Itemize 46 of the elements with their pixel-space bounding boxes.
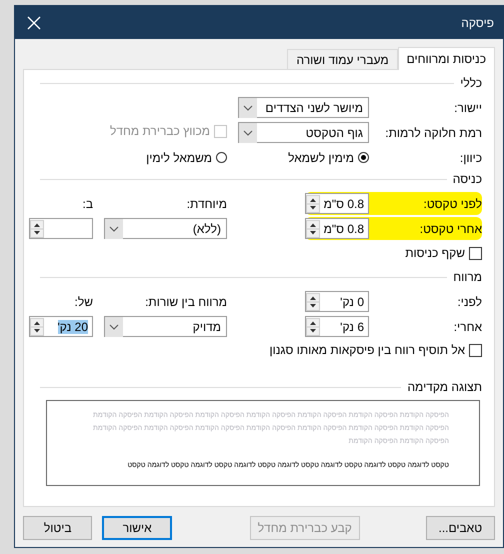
spin-arrows-icon[interactable] bbox=[30, 220, 44, 238]
dialog-button[interactable]: ביטול bbox=[23, 516, 92, 540]
checkbox[interactable]: אל תוסיף רווח בין פיסקאות מאותו סגנון bbox=[270, 343, 482, 358]
field-label: של: bbox=[74, 294, 93, 308]
field-label: אחרי טקסט: bbox=[420, 222, 482, 236]
field-label: כיוון: bbox=[460, 150, 482, 164]
spin-field[interactable]: 20 נק' bbox=[29, 316, 93, 337]
checkbox[interactable]: שקף כניסות bbox=[405, 246, 482, 260]
window-title: פיסקה bbox=[461, 16, 494, 30]
dropdown-field[interactable]: מיושר לשני הצדדים bbox=[238, 97, 369, 118]
field-label: אחרי: bbox=[454, 320, 482, 334]
spin-arrows-icon[interactable] bbox=[306, 194, 320, 212]
field-label: ב: bbox=[82, 196, 93, 210]
spin-field[interactable]: 0 נק' bbox=[305, 291, 369, 312]
spin-field[interactable]: 0.8 ס"מ bbox=[305, 193, 369, 214]
dropdown-field[interactable]: מדויק bbox=[104, 316, 227, 337]
dropdown-field[interactable]: (ללא) bbox=[104, 218, 227, 239]
field-label: מרווח בין שורות: bbox=[145, 294, 227, 308]
field-label: רמת חלוקה לרמות: bbox=[385, 126, 482, 140]
dialog-button[interactable]: טאבים... bbox=[426, 516, 495, 540]
dropdown-caret-icon[interactable] bbox=[239, 98, 257, 118]
dropdown-field[interactable]: גוף הטקסט bbox=[238, 122, 369, 143]
dropdown-caret-icon[interactable] bbox=[239, 122, 257, 142]
close-icon[interactable] bbox=[27, 16, 41, 30]
section-heading: כללי bbox=[460, 76, 482, 90]
spin-field[interactable]: 6 נק' bbox=[305, 316, 369, 337]
section-heading: כניסה bbox=[452, 172, 482, 186]
field-label: יישור: bbox=[454, 100, 482, 114]
section-heading: מרווח bbox=[453, 270, 482, 284]
section-heading: תצוגה מקדימה bbox=[407, 380, 482, 394]
spin-arrows-icon[interactable] bbox=[30, 318, 44, 336]
spin-arrows-icon[interactable] bbox=[306, 292, 320, 310]
radio-button[interactable]: מימין לשמאל bbox=[288, 150, 369, 164]
spin-arrows-icon[interactable] bbox=[306, 220, 320, 238]
dropdown-caret-icon[interactable] bbox=[105, 218, 123, 238]
spin-arrows-icon[interactable] bbox=[306, 318, 320, 336]
field-label: מיוחדת: bbox=[186, 196, 227, 210]
radio-button[interactable]: משמאל לימין bbox=[146, 150, 227, 164]
tab[interactable]: מעברי עמוד ושורה bbox=[287, 49, 398, 69]
spin-field[interactable] bbox=[29, 218, 93, 239]
spin-field[interactable]: 0.8 ס"מ bbox=[305, 218, 369, 239]
field-label: לפני טקסט: bbox=[423, 196, 482, 210]
tab[interactable]: כניסות ומרווחים bbox=[398, 47, 495, 70]
dialog-button[interactable]: אישור bbox=[102, 516, 172, 540]
field-label: לפני: bbox=[457, 294, 482, 308]
dropdown-caret-icon[interactable] bbox=[105, 316, 123, 336]
